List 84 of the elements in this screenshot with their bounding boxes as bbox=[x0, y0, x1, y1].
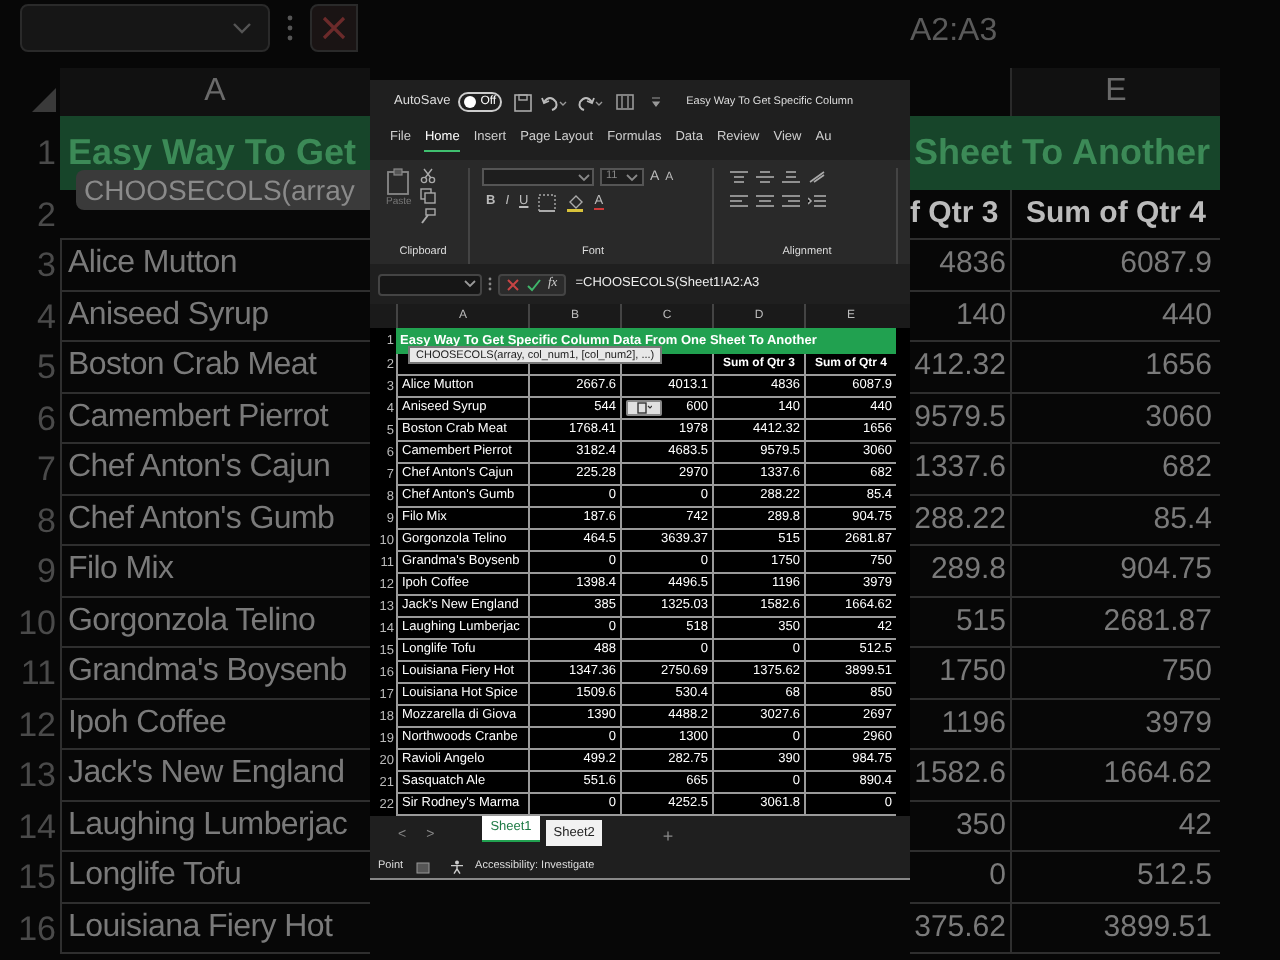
brush-icon[interactable] bbox=[419, 208, 436, 224]
align-top-icon[interactable] bbox=[730, 170, 748, 184]
table-cell: 1582.6 bbox=[910, 750, 1010, 801]
row-number: 11 bbox=[18, 652, 58, 696]
table-cell: 3060 bbox=[1010, 393, 1220, 444]
table-cell: 140 bbox=[910, 291, 1010, 342]
add-sheet-button[interactable]: + bbox=[662, 827, 674, 845]
table-cell: 682 bbox=[1010, 444, 1220, 495]
customize-icon[interactable] bbox=[650, 96, 663, 108]
caret-icon bbox=[232, 22, 252, 34]
table-cell: 1750 bbox=[910, 648, 1010, 699]
table-cell: 1656 bbox=[1010, 342, 1220, 393]
clipboard-icon bbox=[386, 168, 411, 196]
redo-icon[interactable] bbox=[576, 93, 605, 111]
row-number: 8 bbox=[35, 499, 58, 543]
table-cell: 440 bbox=[1010, 291, 1220, 342]
align-right-icon[interactable] bbox=[782, 194, 800, 208]
table-cell: 0 bbox=[910, 852, 1010, 903]
table-cell: 412.32 bbox=[910, 342, 1010, 393]
table-cell: 512.5 bbox=[1010, 852, 1220, 903]
row-number: 5 bbox=[35, 346, 58, 390]
caret-icon bbox=[626, 173, 638, 181]
table-header-cell: Sum of Qtr 4 bbox=[1010, 190, 1220, 240]
paste-options-icon[interactable] bbox=[626, 400, 662, 416]
caret-icon bbox=[464, 280, 476, 288]
align-middle-icon[interactable] bbox=[756, 170, 774, 184]
function-tooltip: CHOOSECOLS(array bbox=[76, 170, 370, 210]
layout-icon[interactable] bbox=[616, 94, 635, 110]
align-bottom-icon[interactable] bbox=[782, 170, 800, 184]
table-cell: 85.4 bbox=[1010, 495, 1220, 546]
orientation-icon[interactable] bbox=[808, 170, 826, 184]
table-cell: 350 bbox=[910, 801, 1010, 852]
table-cell: 42 bbox=[1010, 801, 1220, 852]
row-number: 13 bbox=[16, 754, 58, 798]
table-cell: 3979 bbox=[1010, 699, 1220, 750]
row-number: 9 bbox=[35, 550, 58, 594]
more-icon bbox=[286, 12, 294, 44]
table-cell: 515 bbox=[910, 597, 1010, 648]
table-cell: 288.22 bbox=[910, 495, 1010, 546]
row-number: 1 bbox=[35, 131, 58, 176]
row-number: 15 bbox=[16, 856, 58, 900]
row-number: 16 bbox=[16, 907, 58, 951]
row-number: 4 bbox=[35, 295, 58, 339]
caret-icon bbox=[578, 173, 590, 181]
table-cell: 1664.62 bbox=[1010, 750, 1220, 801]
macro-icon[interactable] bbox=[415, 861, 430, 873]
font-name-field[interactable] bbox=[482, 168, 594, 186]
table-cell: 9579.5 bbox=[910, 393, 1010, 444]
close-icon bbox=[322, 16, 346, 40]
save-icon[interactable] bbox=[514, 93, 533, 111]
cut-icon[interactable] bbox=[419, 168, 436, 184]
undo-icon[interactable] bbox=[540, 93, 569, 111]
row-number: 7 bbox=[35, 448, 58, 492]
fill-color-icon[interactable] bbox=[566, 194, 585, 212]
table-cell: Louisiana Fiery Hot bbox=[60, 903, 370, 954]
cancel-icon[interactable] bbox=[506, 277, 520, 291]
row-number: 6 bbox=[35, 397, 58, 441]
table-cell: 750 bbox=[1010, 648, 1220, 699]
align-center-icon[interactable] bbox=[756, 194, 774, 208]
check-icon[interactable] bbox=[526, 277, 542, 291]
table-cell: 375.62 bbox=[910, 903, 1010, 954]
row-number: 10 bbox=[16, 601, 58, 645]
table-cell: Longlife Tofu bbox=[60, 852, 370, 903]
banner-cell: Sheet To Another bbox=[910, 116, 1220, 190]
table-cell: 6087.9 bbox=[1010, 240, 1220, 291]
row-number: 12 bbox=[16, 703, 58, 747]
clipboard-icon bbox=[636, 402, 652, 414]
table-cell: 1196 bbox=[910, 699, 1010, 750]
table-header-cell: f Qtr 3 bbox=[910, 190, 1010, 240]
row-number: 3 bbox=[35, 244, 58, 288]
table-cell: 2681.87 bbox=[1010, 597, 1220, 648]
table-cell: 3899.51 bbox=[1010, 903, 1220, 954]
accessibility-icon[interactable] bbox=[449, 860, 464, 874]
row-number: 2 bbox=[35, 193, 58, 238]
row-number: 14 bbox=[16, 805, 58, 849]
formula-text: A2:A3 bbox=[910, 12, 998, 52]
indent-icon[interactable] bbox=[808, 194, 826, 208]
table-cell: 904.75 bbox=[1010, 546, 1220, 597]
align-left-icon[interactable] bbox=[730, 194, 748, 208]
table-cell: 4836 bbox=[910, 240, 1010, 291]
border-icon[interactable] bbox=[538, 194, 557, 212]
table-cell: 1337.6 bbox=[910, 444, 1010, 495]
copy-icon[interactable] bbox=[419, 188, 436, 204]
table-cell: 289.8 bbox=[910, 546, 1010, 597]
